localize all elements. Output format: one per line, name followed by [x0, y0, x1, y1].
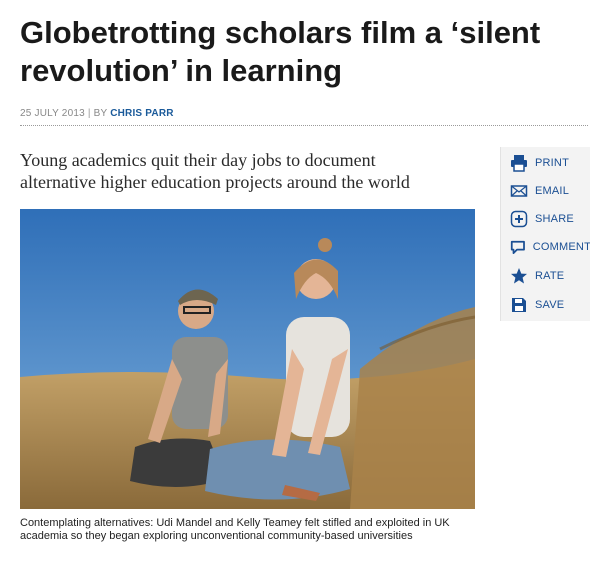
print-icon — [511, 155, 527, 172]
photo-caption: Contemplating alternatives: Udi Mandel a… — [20, 517, 450, 542]
publish-date: 25 JULY 2013 — [20, 108, 85, 119]
share-label: SHARE — [535, 213, 574, 225]
email-icon — [510, 185, 528, 197]
article-standfirst: Young academics quit their day jobs to d… — [20, 149, 490, 193]
article-headline: Globetrotting scholars film a ‘silent re… — [20, 14, 580, 90]
save-label: SAVE — [535, 299, 565, 311]
rate-label: RATE — [535, 270, 565, 282]
standfirst-line-1: Young academics quit their day jobs to d… — [20, 150, 376, 170]
star-icon — [511, 268, 527, 284]
article-byline: 25 JULY 2013 | BY CHRIS PARR — [20, 108, 174, 119]
author-link[interactable]: CHRIS PARR — [110, 108, 173, 119]
print-button[interactable]: PRINT — [501, 151, 590, 175]
byline-prefix: BY — [93, 108, 108, 119]
byline-divider — [20, 125, 588, 126]
email-button[interactable]: EMAIL — [501, 179, 590, 203]
headline-line-1: Globetrotting scholars film a ‘silent — [20, 15, 541, 50]
print-label: PRINT — [535, 157, 569, 169]
standfirst-line-2: alternative higher education projects ar… — [20, 172, 410, 192]
share-icon — [510, 210, 528, 228]
email-label: EMAIL — [535, 185, 570, 197]
save-button[interactable]: SAVE — [501, 293, 590, 317]
headline-line-2: revolution’ in learning — [20, 53, 343, 88]
share-button[interactable]: SHARE — [501, 207, 590, 231]
comment-button[interactable]: COMMENT — [501, 235, 590, 259]
byline-separator: | — [87, 108, 91, 119]
article-photo — [20, 209, 475, 509]
comment-label: COMMENT — [532, 241, 590, 253]
rate-button[interactable]: RATE — [501, 264, 590, 288]
comment-icon — [510, 240, 525, 255]
article-tools-panel: PRINT EMAIL SHARE COMMENT RATE SAVE — [500, 147, 590, 321]
save-icon — [512, 298, 526, 312]
